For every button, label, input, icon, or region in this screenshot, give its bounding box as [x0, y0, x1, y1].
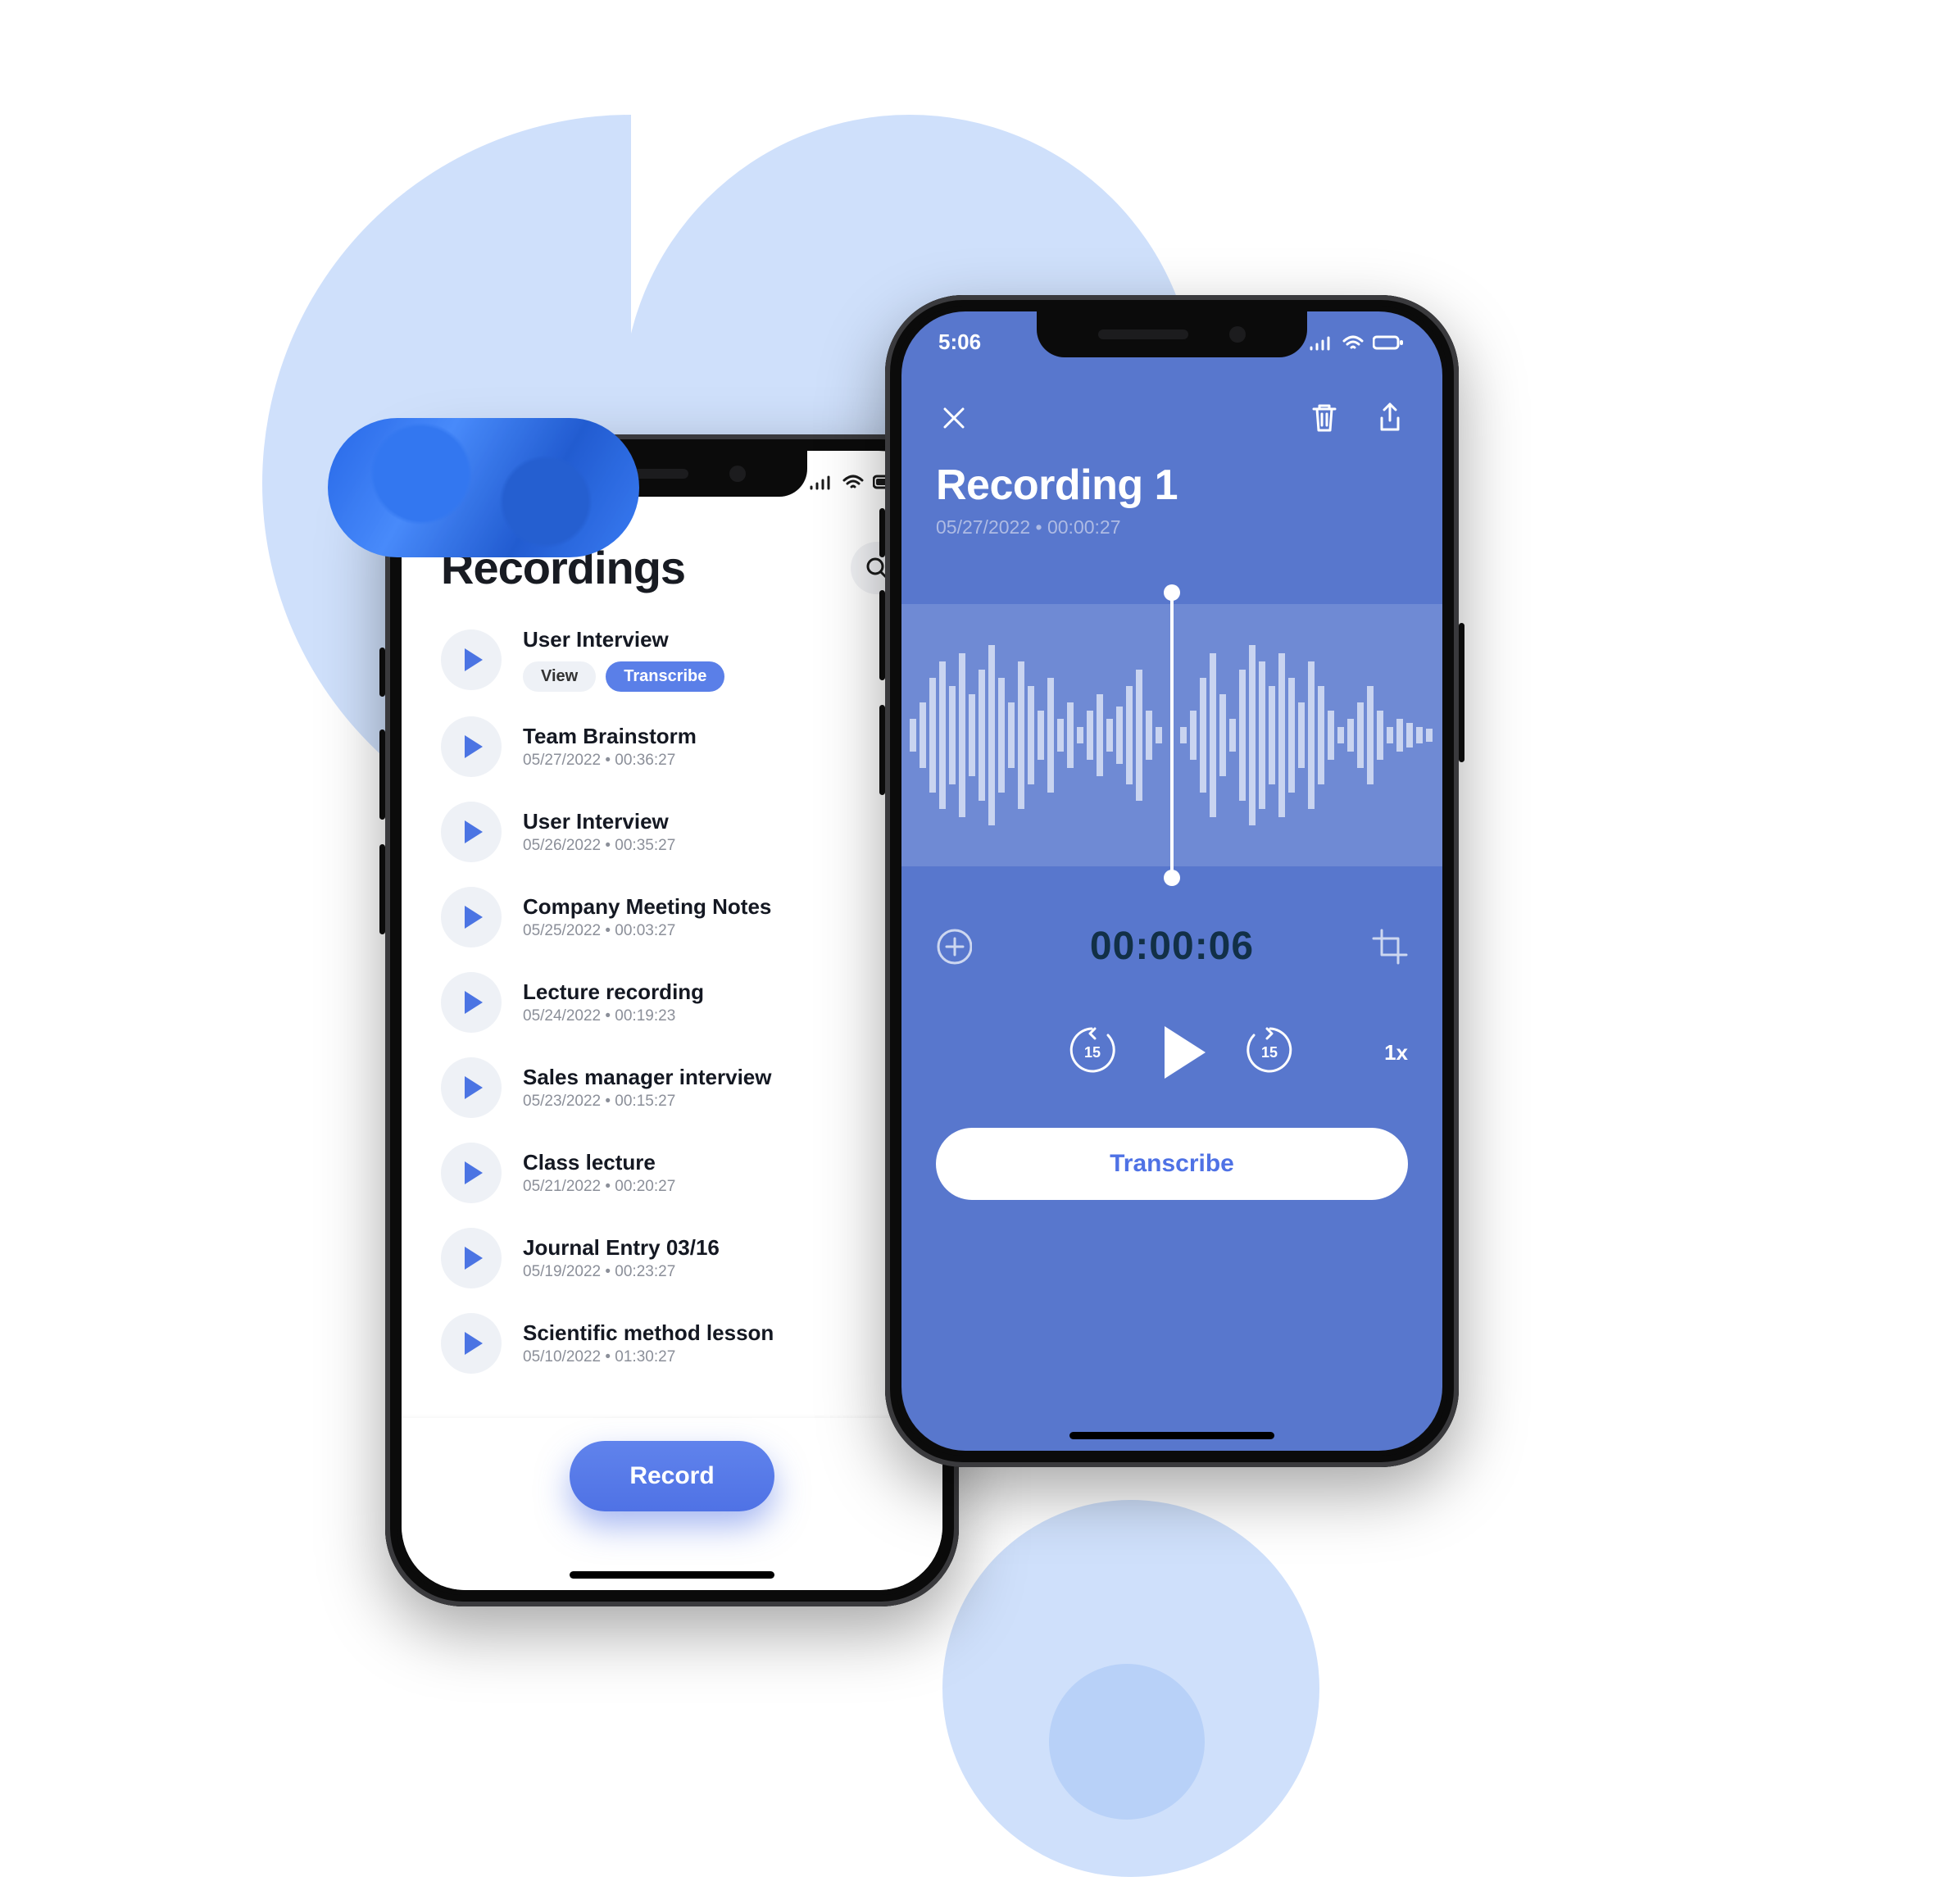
recording-item[interactable]: User Interview View Transcribe: [441, 617, 903, 702]
play-icon: [465, 1076, 483, 1099]
play-button[interactable]: [441, 802, 502, 862]
recording-item[interactable]: User Interview 05/26/2022 • 00:35:27: [441, 792, 903, 872]
plus-circle-icon: [936, 928, 972, 966]
recording-item[interactable]: Class lecture 05/21/2022 • 00:20:27: [441, 1133, 903, 1213]
play-icon: [465, 735, 483, 758]
home-indicator[interactable]: [570, 1571, 774, 1579]
waveform[interactable]: [901, 604, 1442, 866]
recording-item[interactable]: Journal Entry 03/16 05/19/2022 • 00:23:27: [441, 1218, 903, 1298]
recording-item[interactable]: Sales manager interview 05/23/2022 • 00:1…: [441, 1047, 903, 1128]
delete-button[interactable]: [1306, 400, 1342, 436]
signal-icon: [1309, 334, 1333, 351]
share-button[interactable]: [1372, 400, 1408, 436]
crop-button[interactable]: [1372, 929, 1408, 965]
add-marker-button[interactable]: [936, 929, 972, 965]
play-icon: [1165, 1026, 1206, 1079]
play-icon: [465, 820, 483, 843]
recording-subtitle: 05/27/2022 • 00:00:27: [936, 516, 1408, 538]
recording-title: Team Brainstorm: [523, 724, 697, 749]
share-icon: [1375, 402, 1405, 434]
play-icon: [465, 648, 483, 671]
play-button[interactable]: [441, 629, 502, 690]
recording-title: Sales manager interview: [523, 1065, 771, 1090]
skip-back-icon: 15: [1067, 1027, 1118, 1078]
svg-text:15: 15: [1261, 1044, 1278, 1061]
play-button[interactable]: [1156, 1026, 1206, 1079]
recording-title: Company Meeting Notes: [523, 894, 771, 920]
recording-subtitle: 05/24/2022 • 00:19:23: [523, 1007, 704, 1025]
recording-subtitle: 05/10/2022 • 01:30:27: [523, 1348, 774, 1366]
recording-item[interactable]: Company Meeting Notes 05/25/2022 • 00:03:…: [441, 877, 903, 957]
recording-subtitle: 05/25/2022 • 00:03:27: [523, 922, 771, 940]
playback-speed-button[interactable]: 1x: [1384, 1040, 1408, 1066]
play-icon: [465, 1161, 483, 1184]
play-button[interactable]: [441, 887, 502, 947]
svg-text:15: 15: [1084, 1044, 1101, 1061]
play-button[interactable]: [441, 972, 502, 1033]
recording-title: Journal Entry 03/16: [523, 1235, 720, 1261]
recording-title: Scientific method lesson: [523, 1320, 774, 1346]
signal-icon: [809, 474, 833, 490]
recording-subtitle: 05/21/2022 • 00:20:27: [523, 1178, 675, 1196]
recording-item[interactable]: Scientific method lesson 05/10/2022 • 01:…: [441, 1303, 903, 1384]
playback-time: 00:00:06: [1090, 924, 1254, 969]
footer: Record: [402, 1418, 942, 1590]
close-icon: [940, 404, 968, 432]
play-button[interactable]: [441, 1313, 502, 1374]
play-icon: [465, 1332, 483, 1355]
skip-forward-icon: 15: [1244, 1027, 1295, 1078]
play-button[interactable]: [441, 1228, 502, 1288]
phone-notch: [1037, 311, 1307, 357]
transcribe-button[interactable]: Transcribe: [936, 1128, 1408, 1200]
recording-subtitle: 05/19/2022 • 00:23:27: [523, 1263, 720, 1281]
recording-title: Class lecture: [523, 1150, 675, 1175]
record-button[interactable]: Record: [570, 1441, 774, 1511]
skip-back-button[interactable]: 15: [1066, 1026, 1119, 1079]
home-indicator[interactable]: [1069, 1432, 1274, 1439]
wifi-icon: [1342, 334, 1365, 351]
play-button[interactable]: [441, 1143, 502, 1203]
phone-recordings: 9:41 Recordings User Interview View: [385, 434, 959, 1606]
phone-player: 5:06 Recording 1 05/2: [885, 295, 1459, 1467]
battery-icon: [1373, 334, 1405, 351]
bg-shape: [1049, 1664, 1205, 1820]
close-button[interactable]: [936, 400, 972, 436]
play-icon: [465, 906, 483, 929]
trash-icon: [1310, 402, 1339, 434]
recording-subtitle: 05/27/2022 • 00:36:27: [523, 752, 697, 770]
playhead[interactable]: [1170, 593, 1174, 878]
skip-forward-button[interactable]: 15: [1243, 1026, 1296, 1079]
recording-item[interactable]: Team Brainstorm 05/27/2022 • 00:36:27: [441, 707, 903, 787]
view-button[interactable]: View: [523, 661, 596, 692]
play-button[interactable]: [441, 716, 502, 777]
recording-subtitle: 05/26/2022 • 00:35:27: [523, 837, 675, 855]
play-icon: [465, 991, 483, 1014]
crop-icon: [1372, 929, 1408, 965]
recording-title: User Interview: [523, 809, 675, 834]
play-icon: [465, 1247, 483, 1270]
status-time: 5:06: [938, 329, 981, 355]
wifi-icon: [842, 474, 865, 490]
recording-subtitle: 05/23/2022 • 00:15:27: [523, 1093, 771, 1111]
recording-title: User Interview: [523, 627, 724, 652]
transcribe-button[interactable]: Transcribe: [606, 661, 724, 692]
recording-title: Lecture recording: [523, 979, 704, 1005]
play-button[interactable]: [441, 1057, 502, 1118]
recording-item[interactable]: Lecture recording 05/24/2022 • 00:19:23: [441, 962, 903, 1043]
decorative-blob: [328, 418, 639, 557]
recording-title: Recording 1: [936, 461, 1408, 510]
